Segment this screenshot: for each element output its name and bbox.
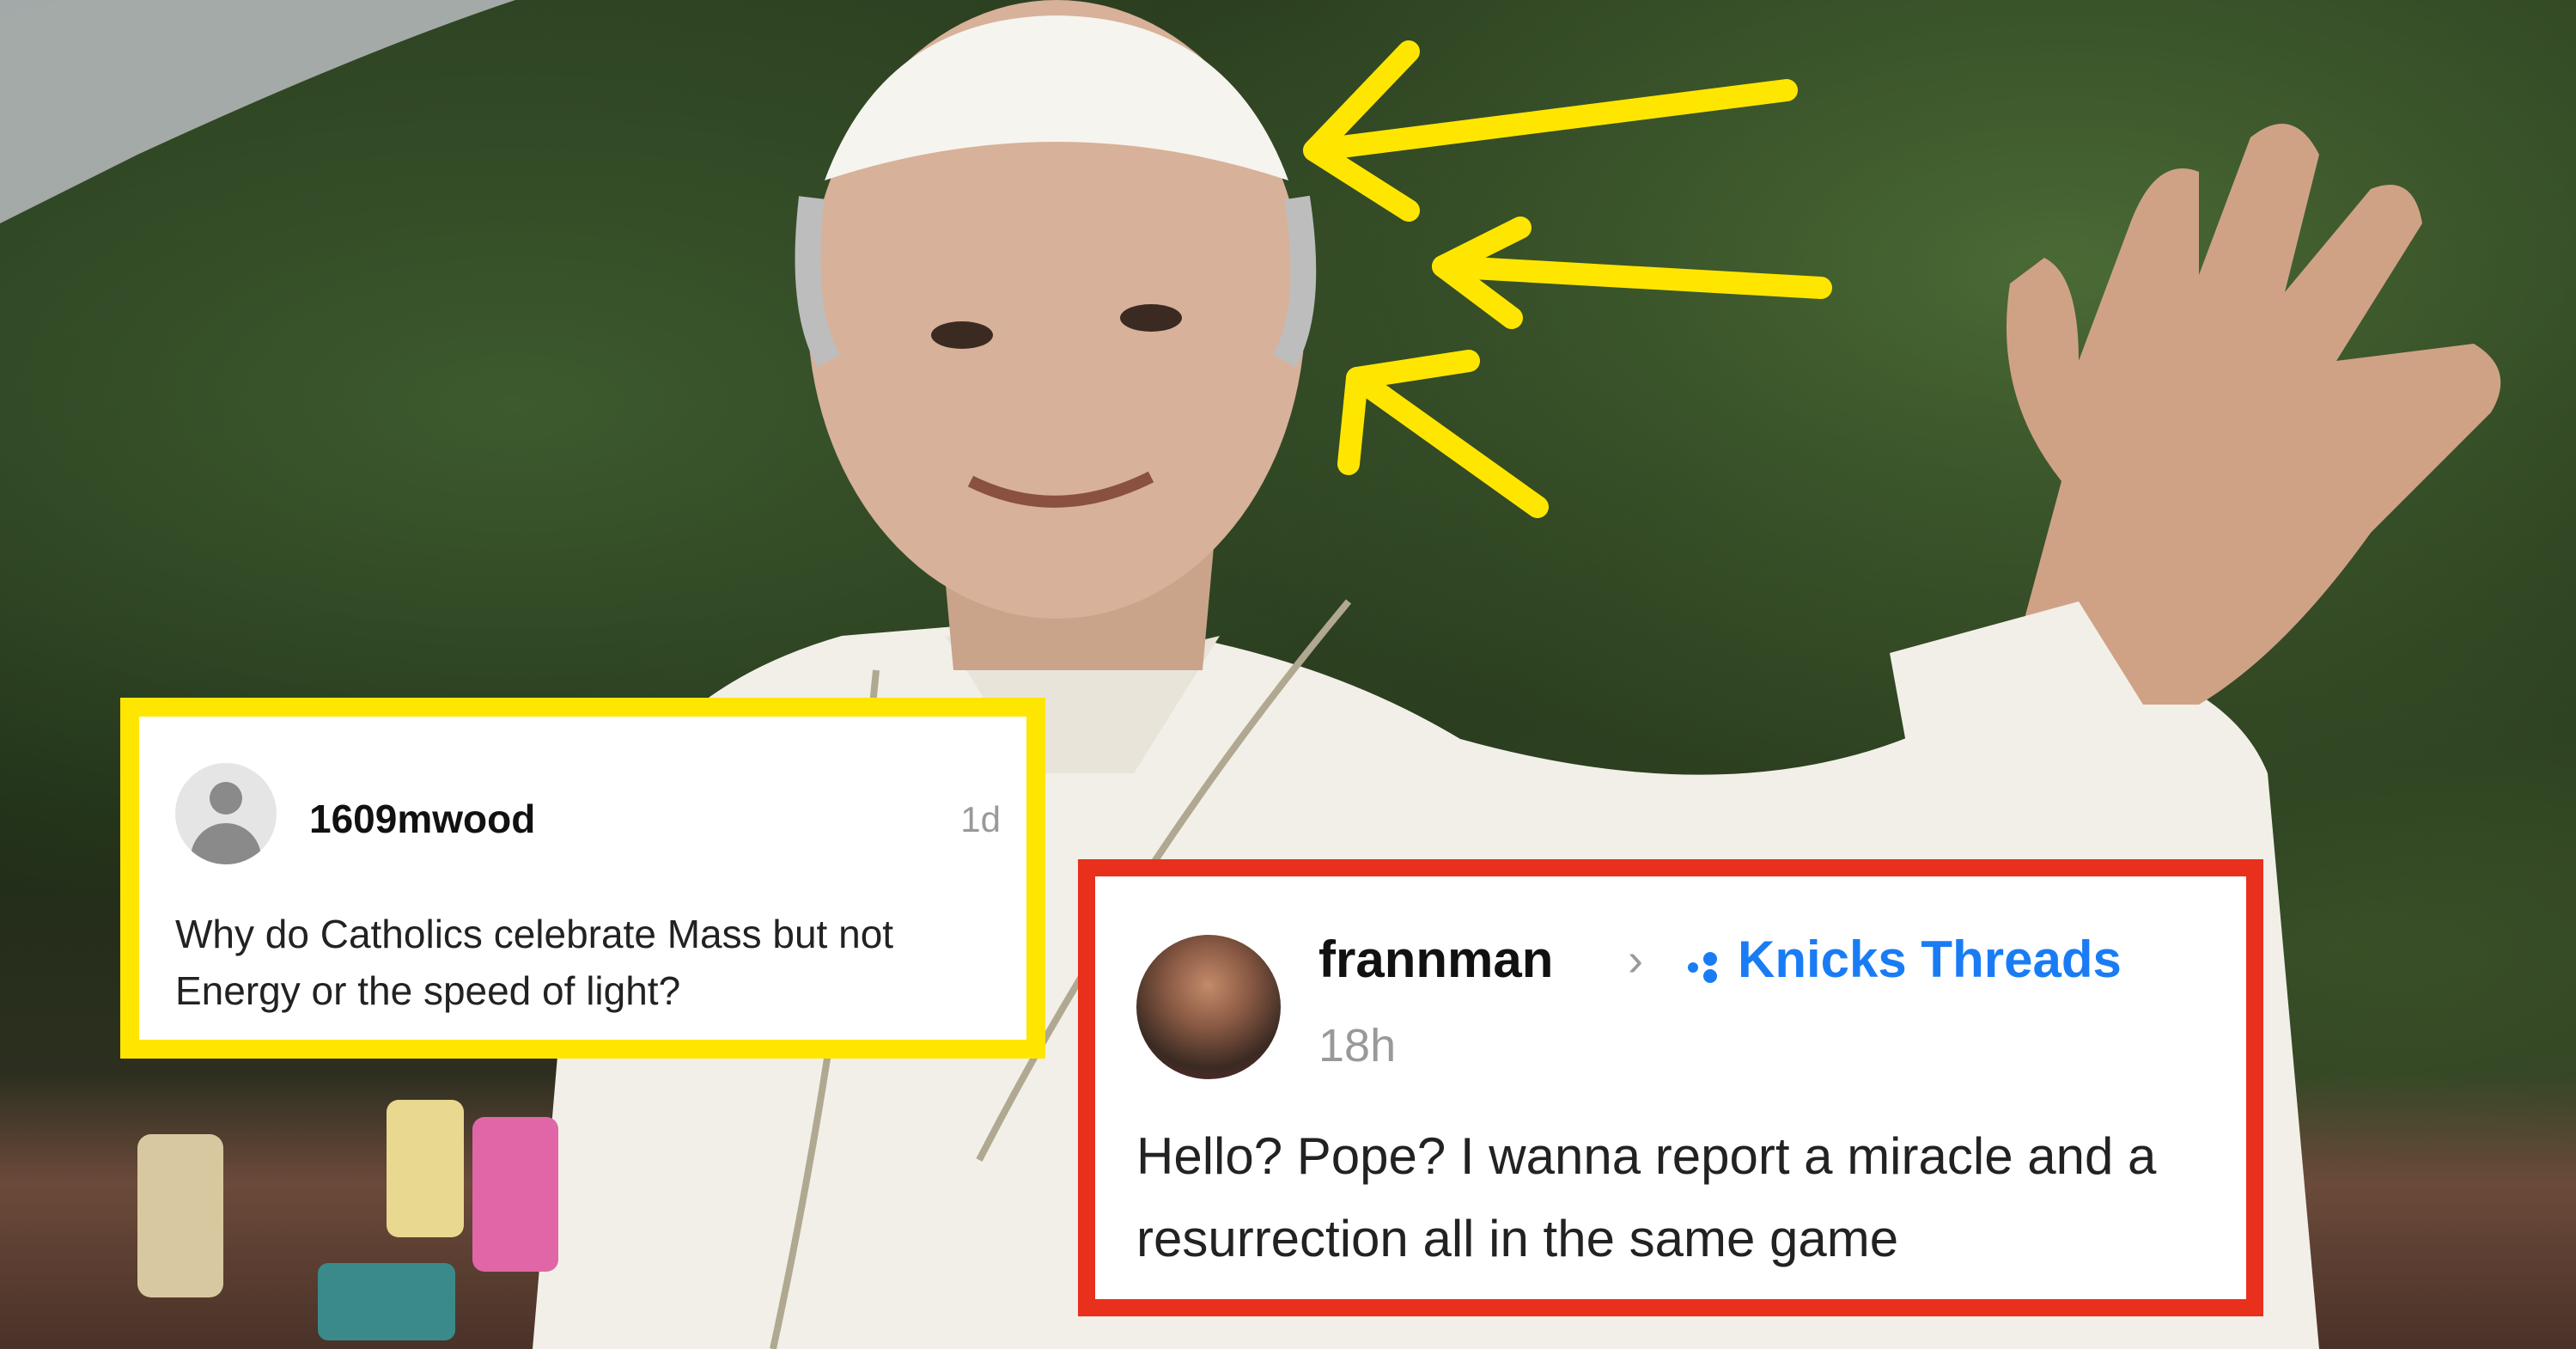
timestamp: 1d [960,799,1001,839]
arrow-1 [1303,79,1798,162]
arrow-3 [1346,367,1549,518]
phone [318,1263,455,1340]
username[interactable]: frannman [1318,930,1553,989]
comment-card-frannman: frannman › Knicks Threads 18h Hello? Pop… [1078,859,2263,1316]
eye [1120,304,1182,332]
yellow-arrows [1303,40,1832,518]
timestamp: 18h [1318,1020,1397,1071]
comment-card-1609mwood: 1609mwood 1d Why do Catholics celebrate … [120,698,1045,1059]
comment-text: Hello? Pope? I wanna report a miracle an… [1136,1127,2157,1267]
phone [387,1100,464,1237]
phone [472,1117,558,1272]
comment-text: Why do Catholics celebrate Mass but not … [175,912,894,1013]
community-link[interactable]: Knicks Threads [1738,930,2122,989]
vehicle-edge [0,0,515,223]
phone [137,1134,223,1297]
background-photo: 1609mwood 1d Why do Catholics celebrate … [0,0,2576,1349]
community-icon [1688,952,1727,983]
avatar[interactable] [1136,935,1281,1079]
arrow-2 [1432,255,1832,299]
chevron-right-icon: › [1628,934,1643,986]
eye [931,321,993,349]
username[interactable]: 1609mwood [309,796,535,842]
default-avatar-icon [175,763,277,864]
